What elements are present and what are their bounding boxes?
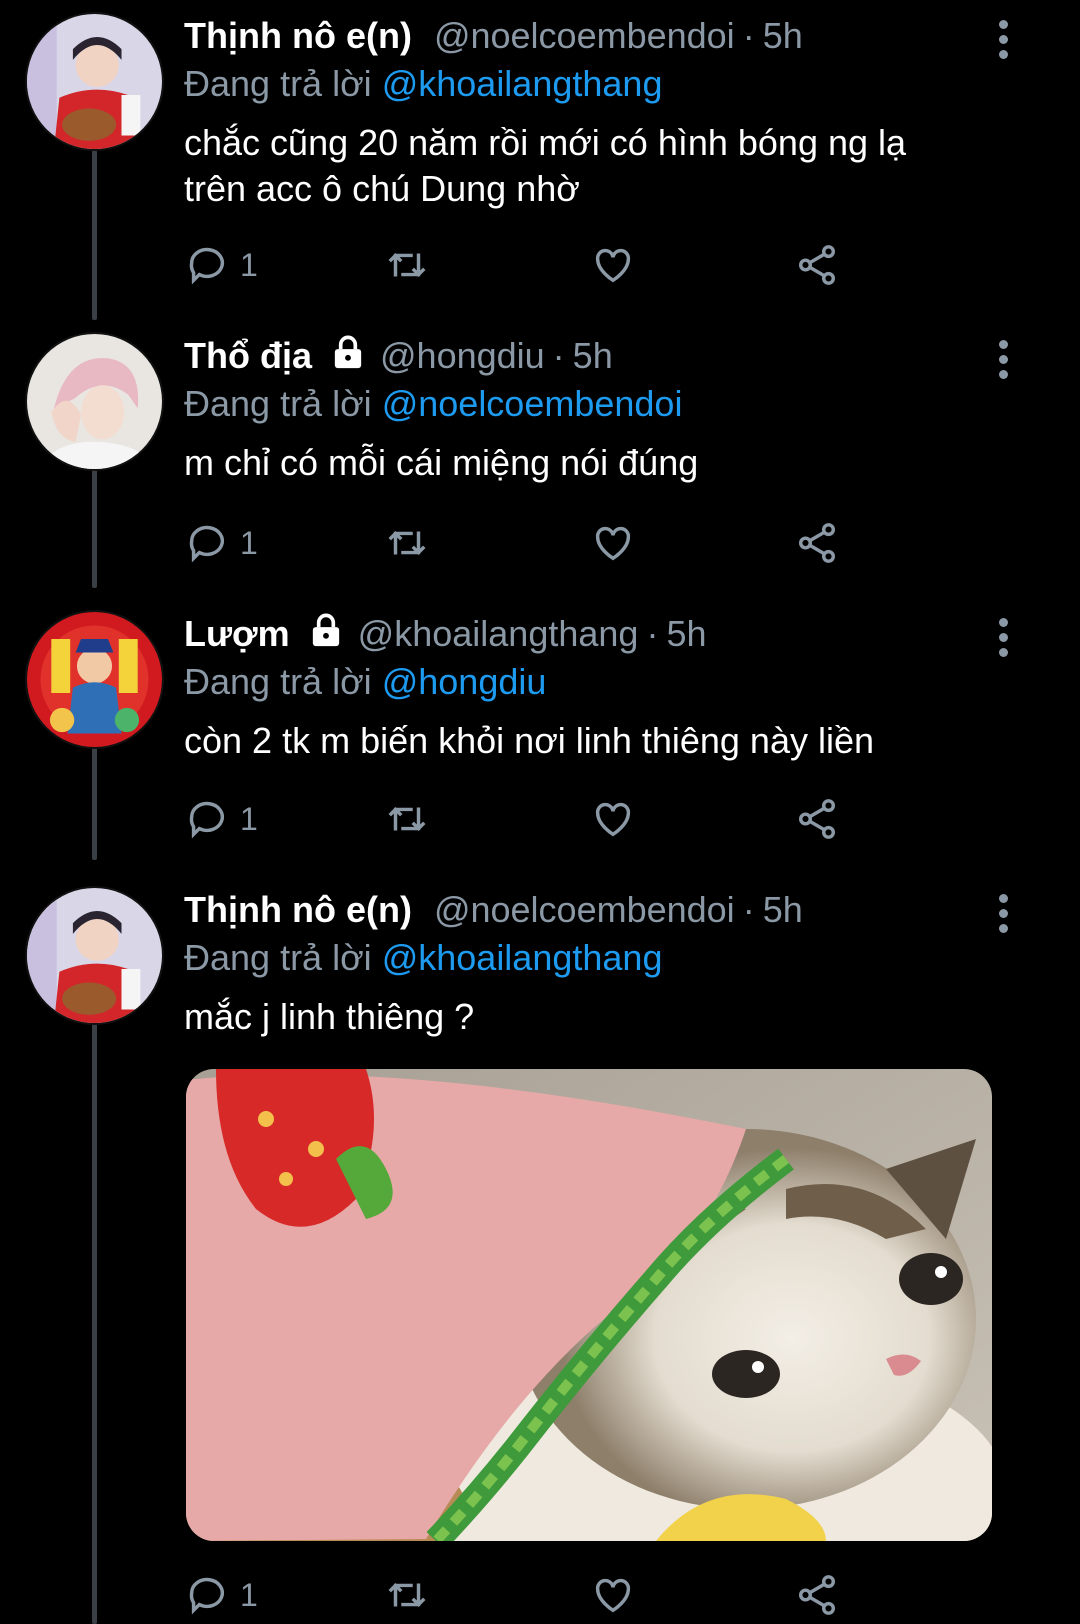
reply-count: 1	[240, 524, 258, 561]
avatar[interactable]	[25, 886, 164, 1025]
mention-link[interactable]: @noelcoembendoi	[382, 383, 683, 424]
handle[interactable]: @noelcoembendoi	[434, 889, 735, 931]
share-icon	[798, 245, 836, 285]
tweet-text: mắc j linh thiêng ?	[184, 994, 1000, 1040]
tweet-text-line: còn 2 tk m biến khỏi nơi linh thiêng này…	[184, 720, 875, 761]
reply-button[interactable]: 1	[184, 518, 258, 568]
retweet-icon	[388, 806, 426, 832]
more-vertical-icon[interactable]	[996, 618, 1010, 658]
timestamp[interactable]: 5h	[666, 613, 706, 655]
retweet-icon	[388, 1582, 426, 1608]
heart-icon	[595, 526, 631, 561]
lock-icon	[290, 611, 358, 658]
share-button[interactable]	[794, 240, 840, 290]
reply-icon	[189, 1577, 225, 1615]
tweet-text-line: trên acc ô chú Dung nhờ	[184, 168, 580, 209]
replying-prefix: Đang trả lời	[184, 661, 372, 702]
timestamp[interactable]: 5h	[763, 15, 803, 57]
retweet-button[interactable]	[384, 1570, 430, 1620]
tweet-text: m chỉ có mỗi cái miệng nói đúng	[184, 440, 1000, 486]
timestamp[interactable]: 5h	[573, 335, 613, 377]
retweet-icon	[388, 252, 426, 278]
reply-button[interactable]: 1	[184, 794, 258, 844]
tweet-text-line: chắc cũng 20 năm rồi mới có hình bóng ng…	[184, 122, 907, 163]
replying-prefix: Đang trả lời	[184, 937, 372, 978]
replying-to: Đang trả lời @noelcoembendoi	[184, 380, 1000, 428]
replying-prefix: Đang trả lời	[184, 63, 372, 104]
reply-count: 1	[240, 1576, 258, 1613]
mention-link[interactable]: @hongdiu	[382, 661, 547, 702]
avatar[interactable]	[25, 610, 164, 749]
share-button[interactable]	[794, 794, 840, 844]
avatar[interactable]	[25, 332, 164, 471]
separator-dot: ·	[646, 613, 659, 654]
handle[interactable]: @noelcoembendoi	[434, 15, 735, 57]
reply-count: 1	[240, 246, 258, 283]
heart-icon	[595, 248, 631, 283]
heart-icon	[595, 802, 631, 837]
like-button[interactable]	[590, 794, 636, 844]
retweet-icon	[388, 530, 426, 556]
tweet[interactable]: Thổ địa @hongdiu · 5h Đang trả lời @noel…	[0, 320, 1080, 590]
tweet[interactable]: Lượm @khoailangthang · 5h Đang trả lời @…	[0, 598, 1080, 868]
reply-button[interactable]: 1	[184, 1570, 258, 1620]
handle[interactable]: @khoailangthang	[358, 613, 639, 655]
lock-icon	[312, 333, 380, 380]
replying-to: Đang trả lời @khoailangthang	[184, 60, 1000, 108]
tweet-text: còn 2 tk m biến khỏi nơi linh thiêng này…	[184, 718, 1000, 764]
tweet-text: chắc cũng 20 năm rồi mới có hình bóng ng…	[184, 120, 1000, 212]
tweet-text-line: m chỉ có mỗi cái miệng nói đúng	[184, 442, 699, 483]
tweet-media-image[interactable]	[186, 1069, 992, 1541]
replying-to: Đang trả lời @khoailangthang	[184, 934, 1000, 982]
display-name[interactable]: Thổ địa	[184, 335, 312, 377]
like-button[interactable]	[590, 1570, 636, 1620]
separator-dot: ·	[552, 335, 565, 376]
action-bar: 1	[184, 518, 884, 568]
retweet-button[interactable]	[384, 518, 430, 568]
share-button[interactable]	[794, 518, 840, 568]
mention-link[interactable]: @khoailangthang	[382, 937, 663, 978]
like-button[interactable]	[590, 240, 636, 290]
reply-button[interactable]: 1	[184, 240, 258, 290]
more-vertical-icon[interactable]	[996, 894, 1010, 934]
mention-link[interactable]: @khoailangthang	[382, 63, 663, 104]
tweet-text-line: mắc j linh thiêng ?	[184, 996, 475, 1037]
share-icon	[798, 523, 836, 563]
reply-icon	[189, 247, 225, 285]
more-vertical-icon[interactable]	[996, 20, 1010, 60]
action-bar: 1	[184, 794, 884, 844]
tweet[interactable]: Thịnh nô e(n) @noelcoembendoi · 5h Đang …	[0, 0, 1080, 320]
share-icon	[798, 1575, 836, 1615]
display-name[interactable]: Thịnh nô e(n)	[184, 889, 412, 931]
more-vertical-icon[interactable]	[996, 340, 1010, 380]
heart-icon	[595, 1578, 631, 1613]
handle[interactable]: @hongdiu	[380, 335, 545, 377]
reply-count: 1	[240, 800, 258, 837]
display-name[interactable]: Thịnh nô e(n)	[184, 15, 412, 57]
like-button[interactable]	[590, 518, 636, 568]
share-button[interactable]	[794, 1570, 840, 1620]
retweet-button[interactable]	[384, 794, 430, 844]
action-bar: 1	[184, 240, 884, 290]
replying-prefix: Đang trả lời	[184, 383, 372, 424]
separator-dot: ·	[742, 889, 755, 930]
display-name[interactable]: Lượm	[184, 613, 290, 655]
share-icon	[798, 799, 836, 839]
reply-icon	[189, 801, 225, 839]
retweet-button[interactable]	[384, 240, 430, 290]
timestamp[interactable]: 5h	[763, 889, 803, 931]
reply-icon	[189, 525, 225, 563]
avatar[interactable]	[25, 12, 164, 151]
replying-to: Đang trả lời @hongdiu	[184, 658, 1000, 706]
action-bar: 1	[184, 1570, 884, 1620]
separator-dot: ·	[742, 15, 755, 56]
